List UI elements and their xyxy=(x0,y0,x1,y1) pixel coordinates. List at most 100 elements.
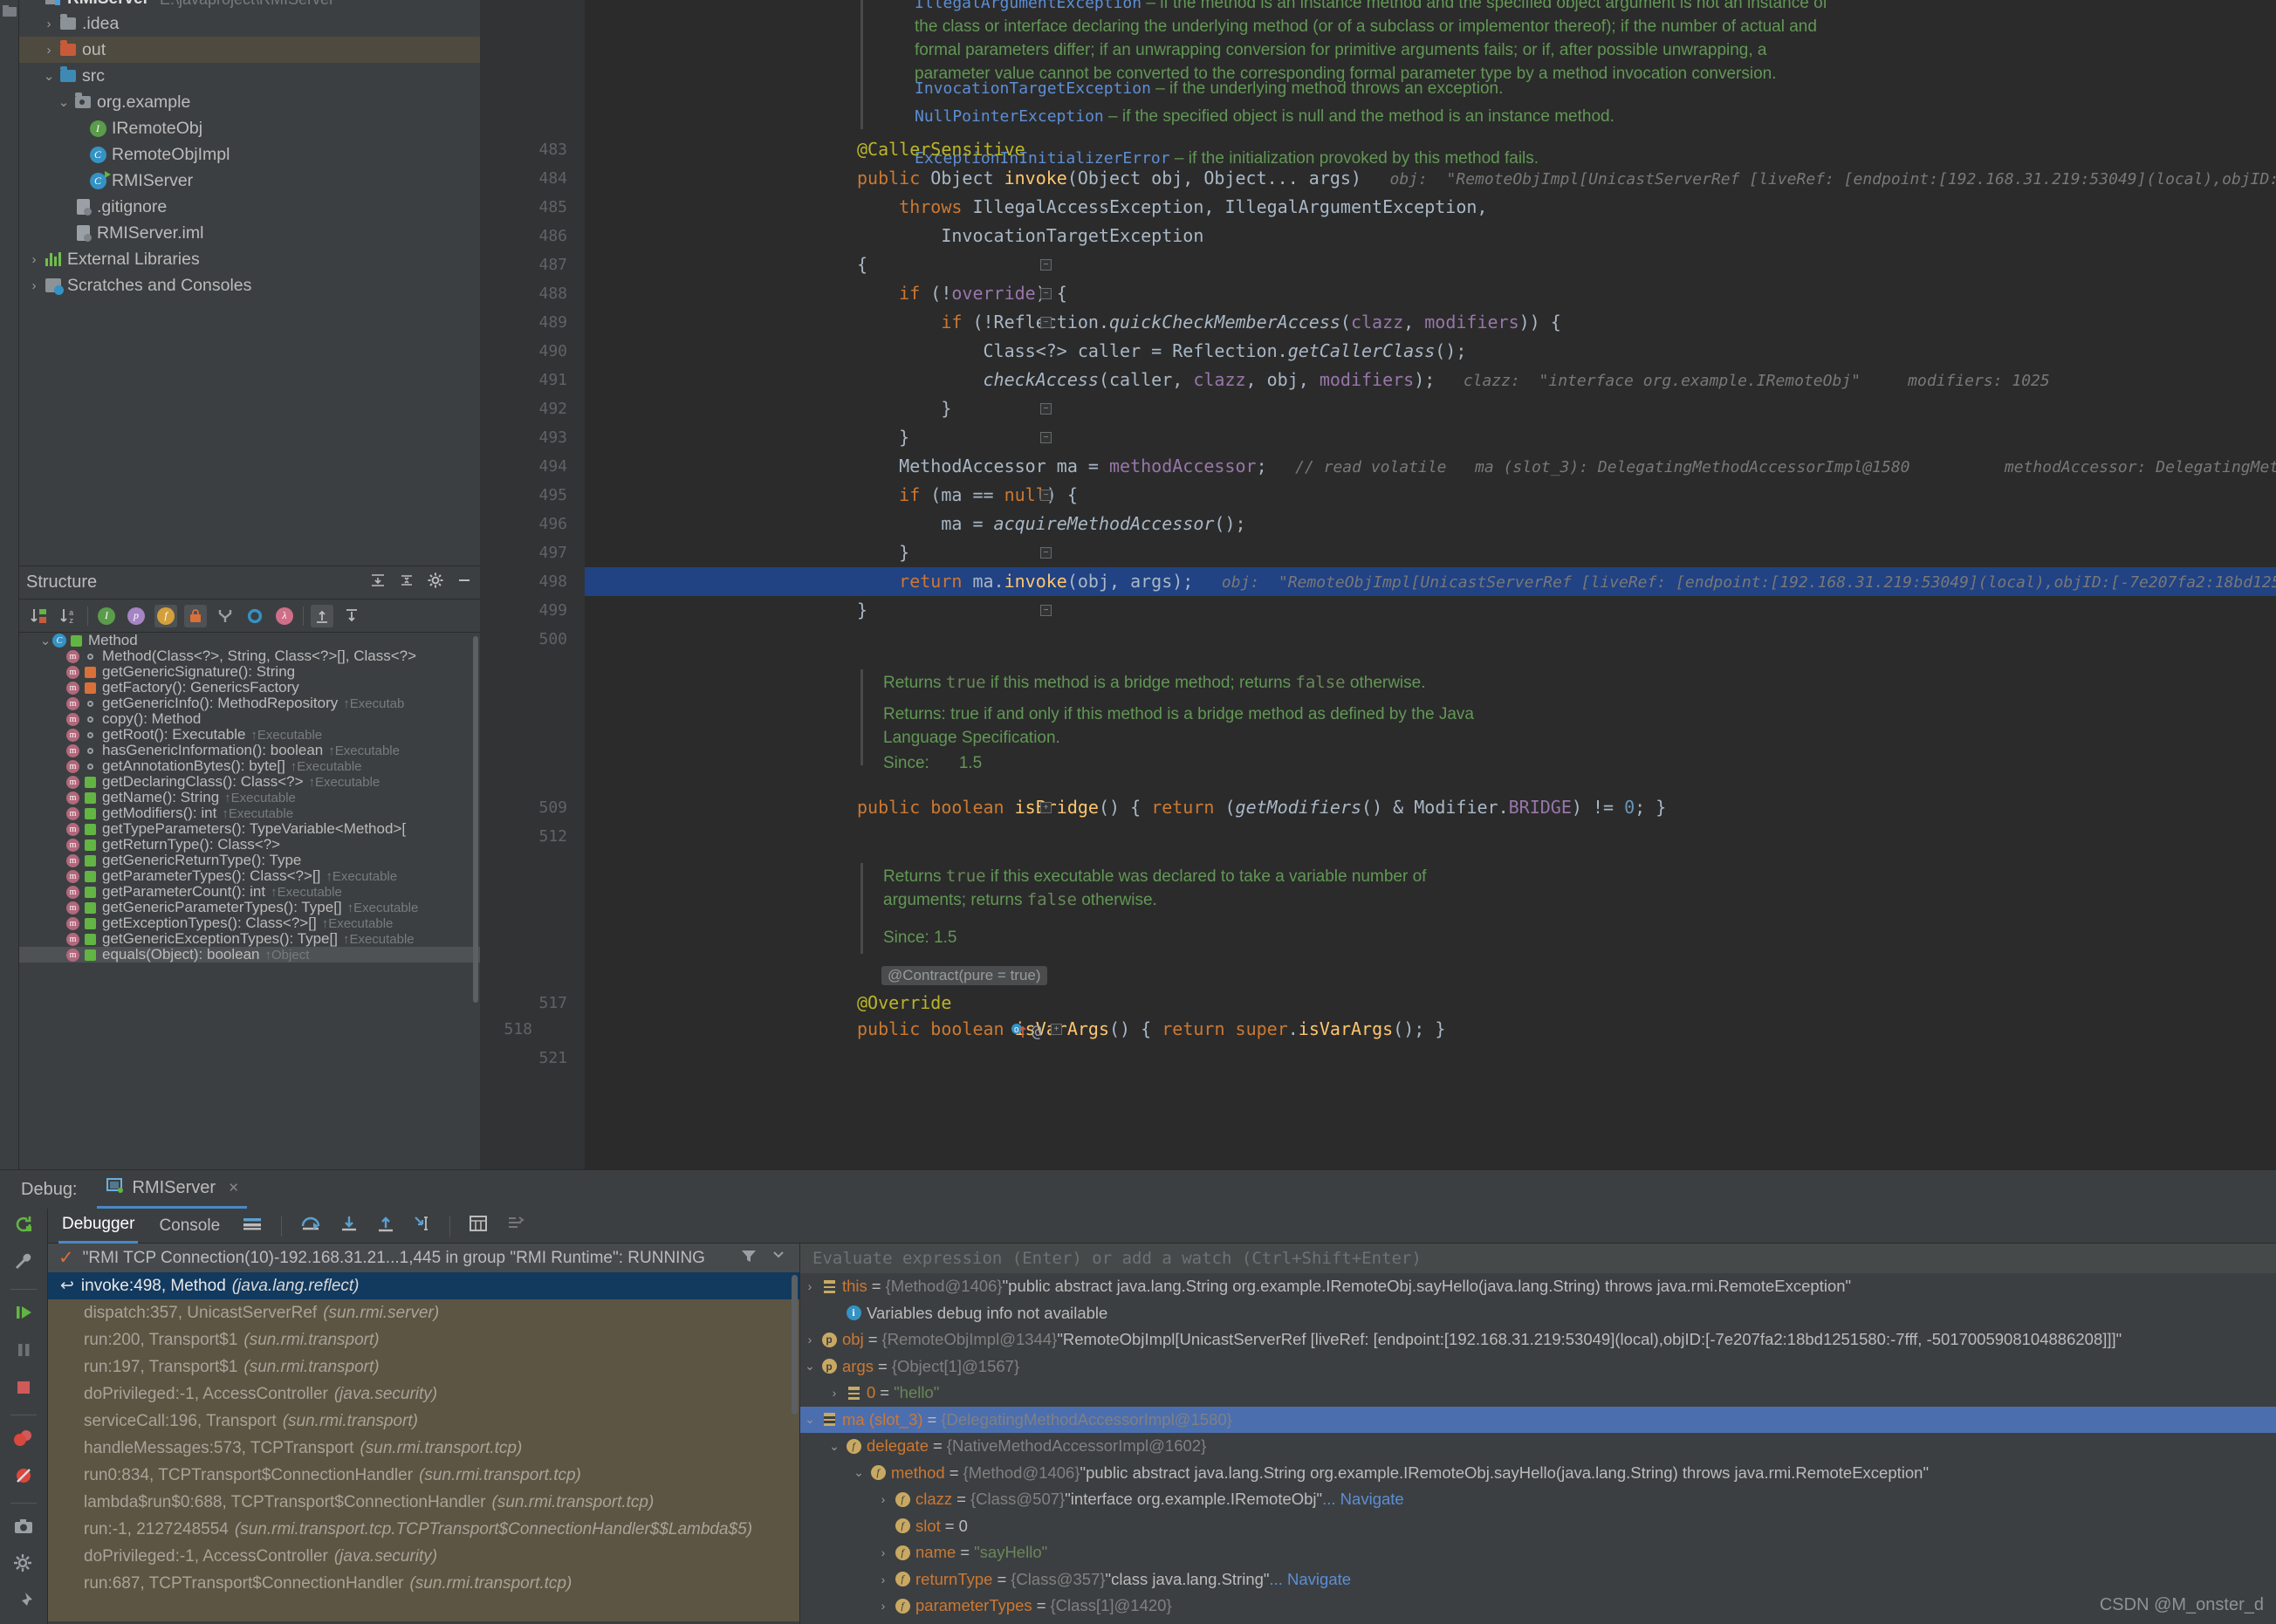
project-tree-item[interactable]: › .idea xyxy=(19,10,480,37)
code-line[interactable]: } xyxy=(857,398,951,419)
variable-row[interactable]: › f parameterTypes = {Class[1]@1420} xyxy=(800,1593,2276,1620)
structure-item[interactable]: ›m getAnnotationBytes(): byte[] ↑Executabl… xyxy=(19,757,480,774)
structure-item[interactable]: ›m getTypeParameters(): TypeVariable<Meth… xyxy=(19,820,480,837)
show-lambdas-icon[interactable]: λ xyxy=(273,605,296,627)
expand-all-icon[interactable] xyxy=(311,604,333,627)
code-fold-marker[interactable]: + xyxy=(1040,802,1052,813)
chevron-icon[interactable]: › xyxy=(52,728,66,743)
chevron-icon[interactable]: › xyxy=(39,43,58,58)
variable-row[interactable]: › f returnType = {Class@357} "class java.lan… xyxy=(800,1566,2276,1593)
tab-console[interactable]: Console xyxy=(155,1209,223,1244)
structure-item[interactable]: ›m getRoot(): Executable↑Executable xyxy=(19,726,480,743)
variable-row[interactable]: › f name = "sayHello" xyxy=(800,1539,2276,1566)
view-breakpoints-icon[interactable] xyxy=(12,1428,35,1453)
chevron-icon[interactable]: › xyxy=(52,932,66,947)
chevron-icon[interactable]: › xyxy=(52,948,66,963)
chevron-icon[interactable]: › xyxy=(69,147,88,162)
structure-item[interactable]: ›m getGenericExceptionTypes(): Type[]↑Exe… xyxy=(19,930,480,947)
chevron-icon[interactable]: ⌄ xyxy=(38,633,52,648)
chevron-icon[interactable]: › xyxy=(800,1333,819,1346)
code-line[interactable]: return ma.invoke(obj, args); obj: "Remot… xyxy=(857,571,2276,592)
annotation-gutter-icon[interactable]: @ xyxy=(1032,1022,1041,1041)
code-line[interactable]: checkAccess(caller, clazz, obj, modifier… xyxy=(857,369,2050,390)
stack-frame-row[interactable]: run0:834, TCPTransport$ConnectionHandler… xyxy=(48,1462,799,1489)
frames-scrollbar[interactable] xyxy=(792,1275,798,1415)
mute-breakpoints-icon[interactable] xyxy=(13,1465,34,1490)
code-content[interactable]: IllegalArgumentException – if the method… xyxy=(585,0,2276,1169)
code-line[interactable]: public Object invoke(Object obj, Object.… xyxy=(857,168,2276,188)
structure-item[interactable]: ›m getName(): String ↑Executable xyxy=(19,789,480,805)
project-tree-item[interactable]: › RMIServer.iml xyxy=(19,220,480,246)
chevron-icon[interactable]: › xyxy=(52,869,66,884)
step-out-icon[interactable] xyxy=(376,1214,395,1237)
code-line[interactable]: ma = acquireMethodAccessor(); xyxy=(857,513,1245,534)
code-line[interactable]: public boolean isBridge() { return (getM… xyxy=(857,797,1666,818)
variables-panel[interactable]: Evaluate expression (Enter) or add a wat… xyxy=(800,1244,2276,1624)
structure-item[interactable]: ›m Method(Class<?>, String, Class<?>[], C… xyxy=(19,648,480,664)
minimize-icon[interactable] xyxy=(456,572,473,594)
show-anonymous-icon[interactable] xyxy=(243,605,266,627)
frames-panel[interactable]: ✓ "RMI TCP Connection(10)-192.168.31.21.… xyxy=(48,1244,800,1624)
code-fold-marker[interactable]: − xyxy=(1040,432,1052,443)
chevron-icon[interactable]: › xyxy=(52,885,66,900)
project-tree-item[interactable]: ›C RemoteObjImpl xyxy=(19,141,480,168)
chevron-icon[interactable]: › xyxy=(54,226,73,241)
stop-icon[interactable] xyxy=(13,1377,34,1402)
gear-icon[interactable] xyxy=(13,1553,34,1579)
chevron-icon[interactable]: ⌄ xyxy=(800,1412,819,1427)
chevron-icon[interactable]: › xyxy=(52,838,66,853)
rerun-icon[interactable] xyxy=(13,1214,34,1239)
show-properties-icon[interactable]: p xyxy=(125,605,147,627)
code-line[interactable]: InvocationTargetException xyxy=(857,225,1203,246)
tab-debugger[interactable]: Debugger xyxy=(58,1209,139,1244)
code-editor[interactable]: IllegalArgumentException – if the method… xyxy=(480,0,2276,1169)
stack-frame-row[interactable]: run:-1, 2127248554 (sun.rmi.transport.tcp… xyxy=(48,1516,799,1543)
filter-icon[interactable] xyxy=(740,1247,758,1270)
code-line[interactable]: @CallerSensitive xyxy=(857,139,1025,160)
chevron-icon[interactable]: › xyxy=(52,822,66,837)
variable-row[interactable]: ⌄ f delegate = {NativeMethodAccessorImpl@160… xyxy=(800,1433,2276,1460)
chevron-icon[interactable]: › xyxy=(874,1545,893,1559)
chevron-icon[interactable]: › xyxy=(52,696,66,711)
code-line[interactable]: public boolean isVarArgs() { return supe… xyxy=(857,1018,1445,1039)
step-over-icon[interactable] xyxy=(299,1214,322,1237)
chevron-icon[interactable]: ⌄ xyxy=(54,94,73,110)
code-line[interactable]: if (!Reflection.quickCheckMemberAccess(c… xyxy=(857,312,1560,332)
structure-item[interactable]: ›m getGenericInfo(): MethodRepository ↑Exe… xyxy=(19,695,480,711)
structure-scrollbar[interactable] xyxy=(473,636,478,1003)
structure-item[interactable]: ›m getGenericSignature(): String xyxy=(19,663,480,680)
project-icon[interactable] xyxy=(2,3,17,19)
project-tree-item[interactable]: › out xyxy=(19,37,480,63)
group-by-type-icon[interactable] xyxy=(214,605,237,627)
code-fold-marker[interactable]: + xyxy=(1051,1024,1062,1035)
code-fold-marker[interactable]: − xyxy=(1040,259,1052,271)
code-fold-marker[interactable]: − xyxy=(1040,288,1052,299)
expand-all-icon[interactable] xyxy=(369,572,387,594)
collapse-all-icon[interactable] xyxy=(340,605,363,627)
evaluate-expression-input[interactable]: Evaluate expression (Enter) or add a wat… xyxy=(800,1244,2276,1273)
stack-frame-row[interactable]: run:687, TCPTransport$ConnectionHandler(… xyxy=(48,1570,799,1597)
sort-alphabetically-icon[interactable]: az xyxy=(58,605,80,627)
chevron-icon[interactable]: › xyxy=(52,775,66,790)
chevron-icon[interactable]: › xyxy=(24,252,44,267)
project-tree-item[interactable]: › Scratches and Consoles xyxy=(19,272,480,298)
chevron-down-icon[interactable] xyxy=(771,1247,785,1270)
code-fold-marker[interactable]: − xyxy=(1040,605,1052,616)
chevron-icon[interactable]: › xyxy=(52,853,66,868)
chevron-icon[interactable]: › xyxy=(39,17,58,31)
variable-row[interactable]: i Variables debug info not available xyxy=(800,1300,2276,1327)
code-line[interactable]: } xyxy=(857,600,867,620)
stack-frame-row[interactable]: run:200, Transport$1 (sun.rmi.transport) xyxy=(48,1326,799,1353)
code-fold-marker[interactable]: − xyxy=(1040,403,1052,415)
chevron-icon[interactable]: › xyxy=(52,665,66,680)
variable-row[interactable]: › this = {Method@1406} "public abstract jav… xyxy=(800,1273,2276,1300)
show-inherited-icon[interactable]: I xyxy=(95,605,118,627)
navigate-link[interactable]: ... Navigate xyxy=(1269,1570,1351,1589)
editor-gutter[interactable] xyxy=(480,0,585,1169)
code-line[interactable]: Class<?> caller = Reflection.getCallerCl… xyxy=(857,340,1466,361)
chevron-icon[interactable]: › xyxy=(52,712,66,727)
chevron-icon[interactable]: › xyxy=(825,1386,844,1400)
chevron-icon[interactable]: › xyxy=(69,174,88,188)
chevron-icon[interactable]: › xyxy=(24,278,44,293)
chevron-icon[interactable]: › xyxy=(52,791,66,805)
